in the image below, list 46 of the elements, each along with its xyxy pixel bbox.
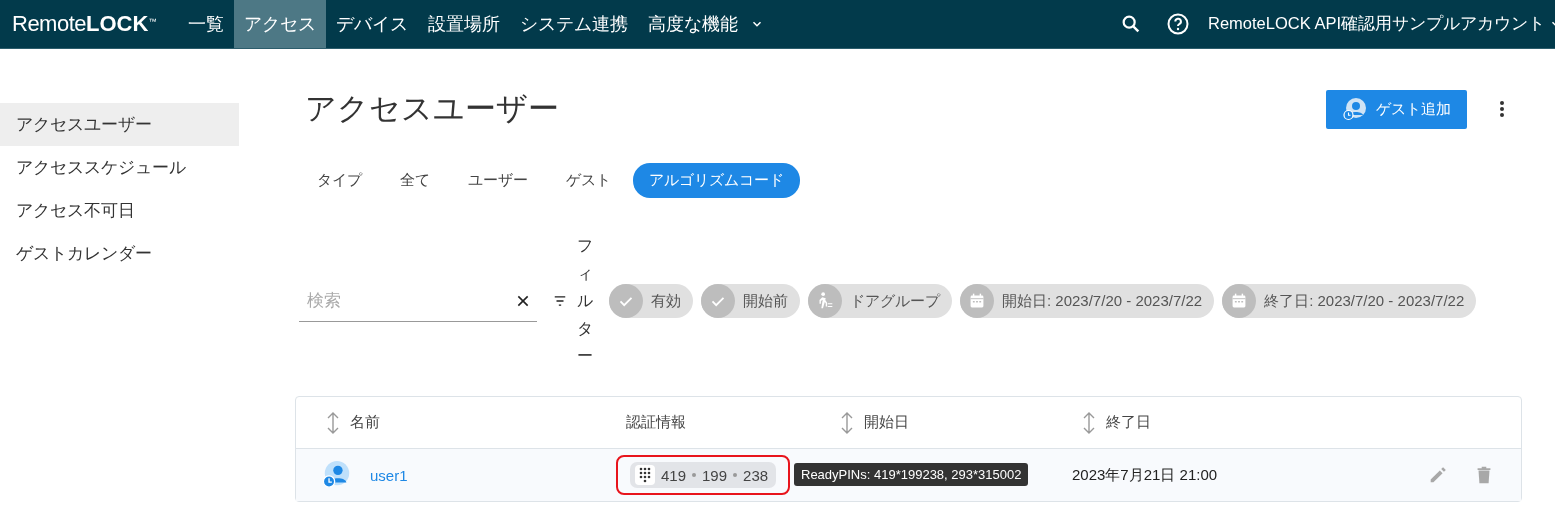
tooltip: ReadyPINs: 419*199238, 293*315002 bbox=[794, 463, 1029, 486]
keypad-icon bbox=[635, 465, 655, 485]
filter-chip[interactable]: ドアグループ bbox=[808, 284, 952, 318]
type-tab[interactable]: アルゴリズムコード bbox=[633, 163, 800, 198]
pin-digits: 419 bbox=[661, 466, 687, 484]
column-header[interactable]: 認証情報 bbox=[626, 413, 686, 432]
search-field[interactable]: 検索 bbox=[299, 280, 515, 321]
page-title: アクセスユーザー bbox=[305, 90, 559, 128]
nav-tab[interactable]: 高度な機能 bbox=[638, 0, 775, 48]
sidebar-item[interactable]: アクセススケジュール bbox=[0, 146, 239, 189]
more-icon[interactable] bbox=[1499, 100, 1505, 118]
pin-chip[interactable]: 419 199 238 bbox=[630, 462, 777, 488]
filter-chip[interactable]: 終了日: 2023/7/20 - 2023/7/22 bbox=[1222, 284, 1477, 318]
guest-avatar-icon bbox=[1342, 96, 1368, 122]
nav-tab[interactable]: 設置場所 bbox=[418, 0, 511, 48]
nav-tab[interactable]: デバイス bbox=[326, 0, 419, 48]
logo[interactable]: RemoteLOCK™ bbox=[12, 11, 157, 37]
search-icon[interactable] bbox=[1120, 13, 1142, 35]
sidebar-item[interactable]: アクセスユーザー bbox=[0, 103, 239, 146]
help-icon[interactable] bbox=[1166, 12, 1190, 36]
nav-tab[interactable]: 一覧 bbox=[178, 0, 235, 48]
sidebar-item[interactable]: ゲストカレンダー bbox=[0, 232, 239, 275]
account-menu[interactable]: RemoteLOCK API確認用サンプルアカウント bbox=[1208, 13, 1545, 35]
type-tab[interactable]: ゲスト bbox=[550, 163, 627, 198]
pin-digits: 199 bbox=[702, 466, 728, 484]
filter-chip[interactable]: 開始日: 2023/7/20 - 2023/7/22 bbox=[960, 284, 1215, 318]
end-date: 2023年7月21日 21:00 bbox=[1072, 465, 1218, 485]
type-tab[interactable]: 全て bbox=[384, 163, 446, 198]
column-header[interactable]: 終了日 bbox=[1106, 413, 1151, 432]
column-header[interactable]: 名前 bbox=[350, 413, 380, 432]
nav-tab[interactable]: アクセス bbox=[234, 0, 327, 48]
add-guest-button[interactable]: ゲスト追加 bbox=[1326, 89, 1467, 129]
sort-icon[interactable] bbox=[1082, 411, 1096, 434]
sidebar-item[interactable]: アクセス不可日 bbox=[0, 189, 239, 232]
filter-label: フィルター bbox=[577, 236, 593, 367]
type-tab[interactable]: ユーザー bbox=[452, 163, 544, 198]
pin-digits: 238 bbox=[743, 466, 769, 484]
column-header[interactable]: 開始日 bbox=[864, 413, 909, 432]
sort-icon[interactable] bbox=[840, 411, 854, 434]
user-avatar-icon bbox=[322, 460, 352, 490]
nav-tab[interactable]: システム連携 bbox=[510, 0, 639, 48]
filter-chip[interactable]: 開始前 bbox=[701, 284, 800, 318]
filter-chip[interactable]: 有効 bbox=[609, 284, 693, 318]
user-name-link[interactable]: user1 bbox=[370, 466, 408, 484]
type-label: タイプ bbox=[316, 170, 364, 190]
sort-icon[interactable] bbox=[326, 411, 340, 434]
